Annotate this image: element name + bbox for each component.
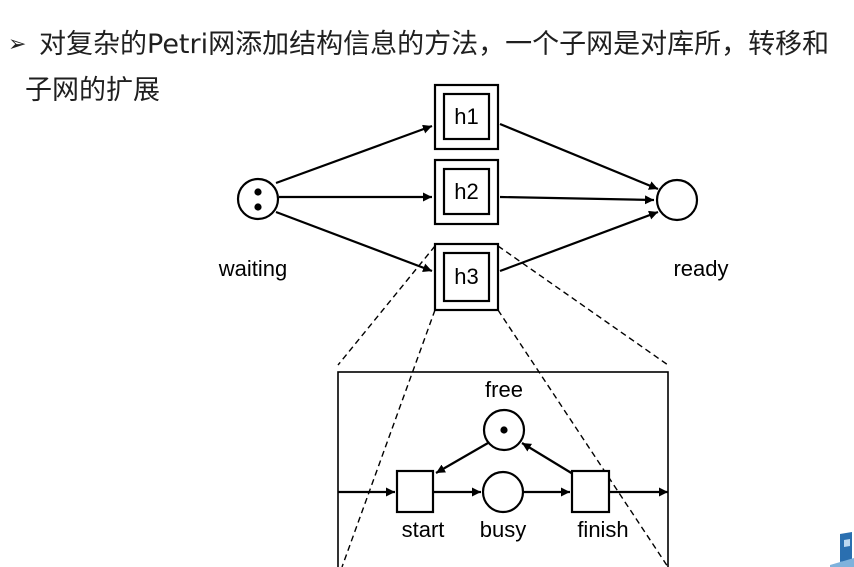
label-free: free	[485, 377, 523, 402]
token-free	[500, 426, 508, 434]
label-ready: ready	[673, 256, 728, 281]
corner-logo-icon	[830, 532, 854, 567]
label-start: start	[402, 517, 445, 542]
label-busy: busy	[480, 517, 526, 542]
place-ready	[655, 178, 699, 222]
arc-waiting-h3	[275, 210, 433, 273]
expansion-line-outer-left	[337, 245, 436, 366]
token-waiting-1	[254, 188, 262, 196]
label-h1: h1	[454, 104, 478, 129]
label-waiting: waiting	[218, 256, 287, 281]
label-h2: h2	[454, 179, 478, 204]
label-finish: finish	[577, 517, 628, 542]
arc-h1-ready	[499, 122, 659, 191]
token-waiting-2	[254, 203, 262, 211]
label-h3: h3	[454, 264, 478, 289]
transition-start	[395, 469, 435, 514]
place-busy	[481, 470, 525, 514]
place-waiting	[236, 177, 280, 221]
arc-h3-ready	[499, 210, 659, 273]
arc-free-start	[435, 442, 489, 474]
arc-h2-ready	[499, 195, 655, 205]
transition-finish	[570, 469, 611, 514]
arc-finish-free	[521, 442, 574, 475]
arc-waiting-h1	[275, 124, 433, 185]
expansion-line-outer-right	[497, 245, 669, 366]
petri-net-diagram: waiting ready h1 h2 h3 free busy start f…	[218, 83, 729, 567]
